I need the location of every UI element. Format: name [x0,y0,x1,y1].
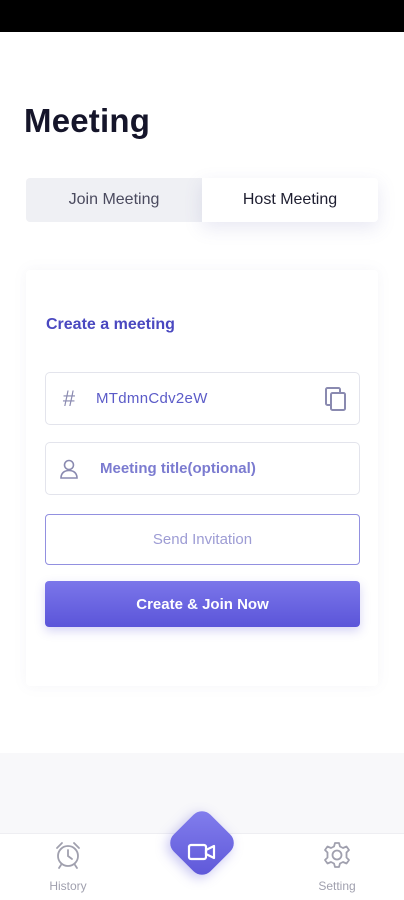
meeting-title-input[interactable] [92,460,359,477]
nav-setting-label: Setting [318,879,356,893]
meeting-code-value: MTdmnCdv2eW [96,390,208,407]
send-invitation-button[interactable]: Send Invitation [45,514,360,565]
page-title: Meeting [24,102,151,139]
section-title: Create a meeting [46,316,175,333]
tab-join-meeting[interactable]: Join Meeting [26,178,202,222]
gear-icon [322,840,352,875]
create-join-button[interactable]: Create & Join Now [45,581,360,627]
nav-history-label: History [49,879,87,893]
user-icon [46,458,92,480]
status-bar [0,0,404,32]
nav-history[interactable]: History [33,840,103,898]
copy-icon[interactable] [313,373,359,424]
hash-icon: # [62,385,76,411]
tab-host-meeting[interactable]: Host Meeting [202,178,378,222]
meeting-title-field [45,442,360,495]
meeting-code-field: # MTdmnCdv2eW [45,372,360,425]
meeting-tabs: Join Meeting Host Meeting [26,178,378,222]
nav-setting[interactable]: Setting [302,840,372,898]
alarm-clock-icon [53,840,83,875]
